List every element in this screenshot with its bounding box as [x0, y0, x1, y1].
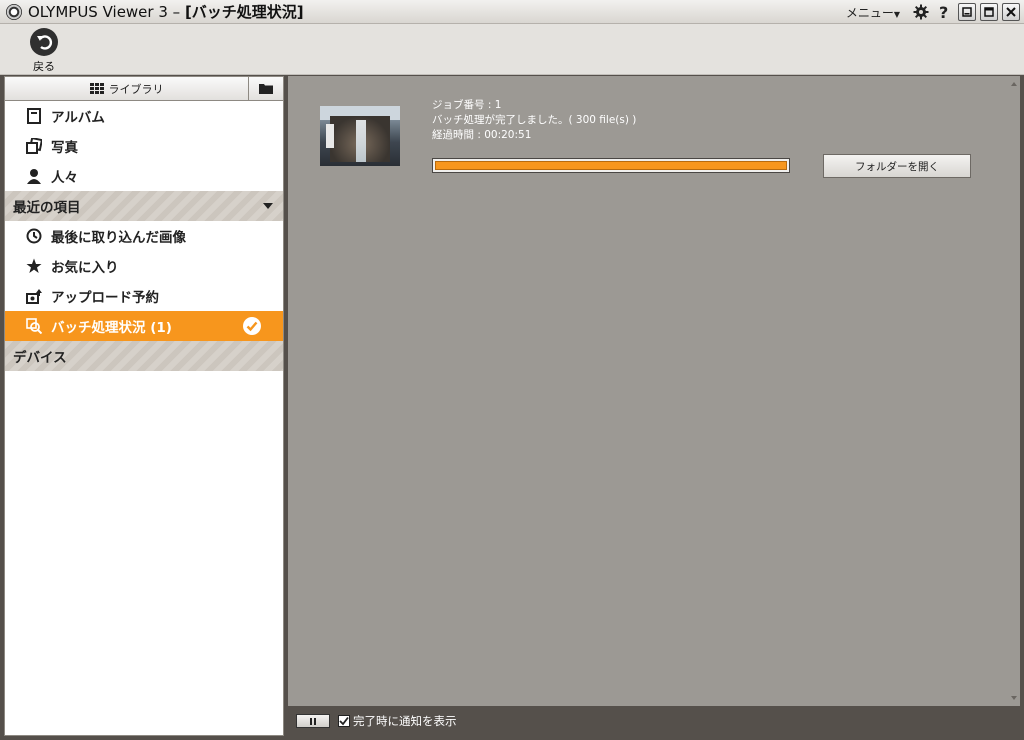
grid-icon [89, 83, 104, 94]
sidebar-item-label: バッチ処理状況 (1) [51, 320, 172, 336]
sidebar-item-batch-status[interactable]: バッチ処理状況 (1) [5, 311, 283, 341]
sidebar-item-recent-import[interactable]: 最後に取り込んだ画像 [5, 221, 283, 251]
title-bar: OLYMPUS Viewer 3 – [バッチ処理状況] メニュー▼ ? [0, 0, 1024, 24]
job-progress-fill [435, 161, 787, 170]
sidebar-item-upload-schedule[interactable]: アップロード予約 [5, 281, 283, 311]
job-progress-bar [432, 158, 790, 173]
bottom-bar: 完了時に通知を表示 [288, 706, 1020, 736]
sidebar-item-label: アルバム [51, 110, 105, 126]
close-icon [1006, 7, 1016, 17]
tab-folder[interactable] [249, 77, 283, 100]
job-number: ジョブ番号 : 1 [432, 99, 502, 111]
maximize-button[interactable] [980, 3, 998, 21]
job-status: バッチ処理が完了しました。( 300 file(s) ) [432, 114, 637, 126]
sidebar-item-label: アップロード予約 [51, 290, 159, 306]
document-title: [バッチ処理状況] [184, 3, 304, 21]
batch-process-icon [25, 317, 43, 335]
sidebar-item-album[interactable]: アルバム [5, 101, 283, 131]
section-devices[interactable]: デバイス [5, 341, 283, 371]
person-icon [25, 167, 43, 185]
open-folder-button[interactable]: フォルダーを開く [823, 154, 971, 178]
vertical-scrollbar[interactable] [1008, 76, 1020, 706]
sidebar: ライブラリ アルバム 写真 人々 最近の項目 最後に取り込んだ画像 お気に入り … [4, 76, 284, 736]
menu-label: メニュー [845, 5, 894, 20]
menu-caret-icon: ▼ [893, 9, 900, 19]
sidebar-item-label: お気に入り [51, 260, 119, 276]
sidebar-item-people[interactable]: 人々 [5, 161, 283, 191]
notify-checkbox[interactable] [338, 715, 350, 727]
title-bar-controls: メニュー▼ ? [846, 0, 1024, 24]
section-recent-label: 最近の項目 [13, 200, 81, 216]
sidebar-item-label: 写真 [51, 140, 78, 156]
scroll-up-icon[interactable] [1011, 82, 1017, 86]
album-icon [25, 107, 43, 125]
tab-library-label: ライブラリ [108, 82, 164, 96]
pause-button[interactable] [296, 714, 330, 728]
job-info: ジョブ番号 : 1 バッチ処理が完了しました。( 300 file(s) ) 経… [432, 98, 636, 143]
upload-icon [25, 287, 43, 305]
sidebar-item-label: 最後に取り込んだ画像 [51, 230, 186, 246]
maximize-icon [984, 7, 994, 17]
minimize-icon [962, 7, 972, 17]
batch-status-panel: ジョブ番号 : 1 バッチ処理が完了しました。( 300 file(s) ) 経… [288, 76, 1008, 706]
checkmark-icon [339, 716, 349, 726]
section-devices-label: デバイス [13, 350, 67, 366]
sidebar-item-photos[interactable]: 写真 [5, 131, 283, 161]
sidebar-item-label: 人々 [51, 170, 78, 186]
gear-icon[interactable] [912, 3, 930, 21]
back-label: 戻る [33, 60, 55, 73]
sidebar-item-favorites[interactable]: お気に入り [5, 251, 283, 281]
section-recent[interactable]: 最近の項目 [5, 191, 283, 221]
collapse-arrow-icon [263, 203, 273, 209]
job-elapsed-time: 経過時間 : 00:20:51 [432, 129, 532, 141]
notify-label: 完了時に通知を表示 [353, 714, 457, 728]
svg-text:?: ? [939, 4, 948, 20]
close-button[interactable] [1002, 3, 1020, 21]
job-thumbnail[interactable] [320, 106, 400, 166]
help-icon[interactable]: ? [935, 3, 953, 21]
window-title: OLYMPUS Viewer 3 – [バッチ処理状況] [28, 1, 304, 22]
folder-icon [259, 84, 273, 94]
sidebar-tabs: ライブラリ [5, 77, 283, 101]
camera-app-icon [6, 3, 22, 20]
check-circle-icon [243, 317, 261, 335]
toolbar: 戻る [0, 24, 1024, 75]
minimize-button[interactable] [958, 3, 976, 21]
recent-import-icon [25, 227, 43, 245]
menu-button[interactable]: メニュー▼ [846, 4, 900, 21]
photos-icon [25, 137, 43, 155]
back-icon [30, 28, 58, 56]
tab-library[interactable]: ライブラリ [5, 77, 249, 100]
window-frame [1020, 76, 1024, 740]
star-icon [25, 257, 43, 275]
scroll-down-icon[interactable] [1011, 696, 1017, 700]
pause-icon [310, 717, 312, 725]
app-title: OLYMPUS Viewer 3 – [28, 3, 185, 21]
back-button[interactable]: 戻る [28, 28, 60, 74]
